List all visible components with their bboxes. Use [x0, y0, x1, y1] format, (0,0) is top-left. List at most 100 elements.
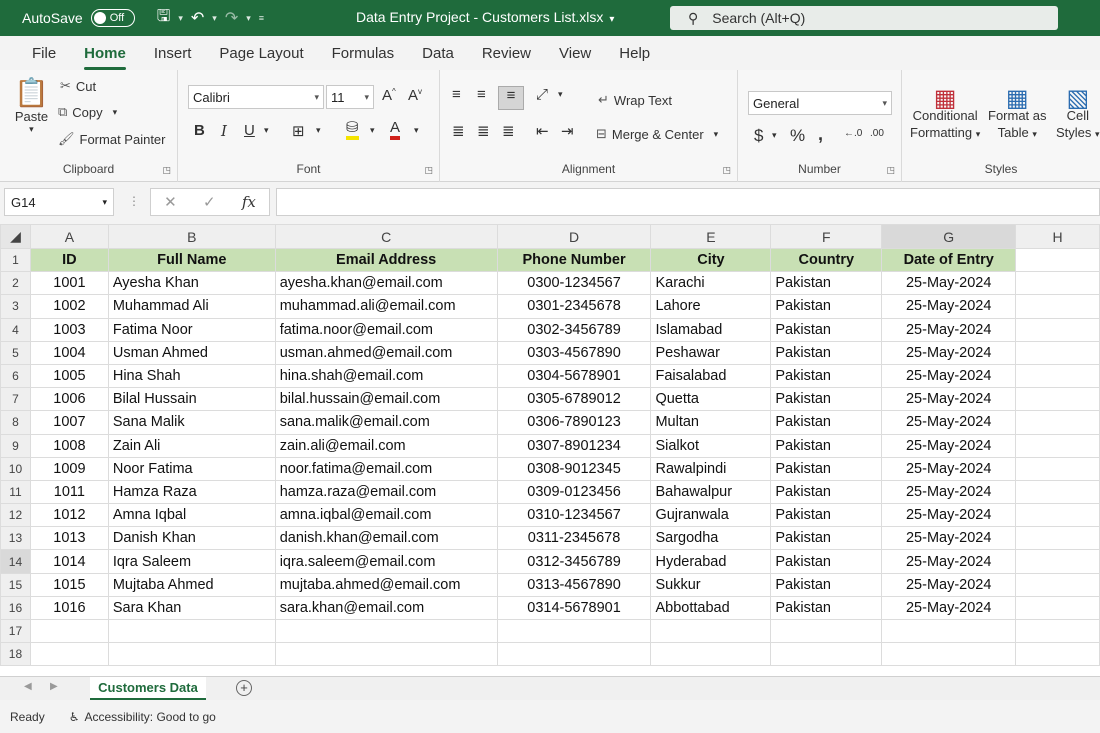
cell-country[interactable]: Pakistan: [770, 271, 883, 296]
chevron-down-icon[interactable]: ▾: [178, 13, 183, 24]
cell-full-name[interactable]: Muhammad Ali: [107, 294, 276, 319]
empty-cell[interactable]: [1015, 595, 1100, 621]
cell-date[interactable]: 25-May-2024: [881, 479, 1017, 505]
empty-cell[interactable]: [107, 618, 276, 644]
empty-cell[interactable]: [1015, 618, 1100, 644]
empty-cell[interactable]: [1015, 387, 1100, 412]
cell-email[interactable]: ayesha.khan@email.com: [274, 271, 498, 296]
cell-full-name[interactable]: Hamza Raza: [107, 479, 276, 505]
cell-id[interactable]: 1016: [29, 595, 109, 621]
cell-full-name[interactable]: Fatima Noor: [107, 317, 276, 342]
cell-date[interactable]: 25-May-2024: [881, 317, 1017, 342]
decrease-font-icon[interactable]: Av: [408, 87, 422, 104]
search-box[interactable]: ⚲ Search (Alt+Q): [670, 6, 1058, 30]
empty-cell[interactable]: [1015, 294, 1100, 319]
empty-cell[interactable]: [881, 618, 1017, 644]
cell-id[interactable]: 1008: [29, 433, 109, 458]
dialog-launcher-icon[interactable]: ◳: [886, 165, 895, 176]
cell-id[interactable]: 1006: [29, 387, 109, 412]
row-header[interactable]: 18: [0, 642, 31, 667]
align-bottom-icon[interactable]: ≡: [498, 86, 524, 110]
cell-date[interactable]: 25-May-2024: [881, 271, 1017, 296]
empty-cell[interactable]: [770, 618, 883, 644]
header-cell-city[interactable]: City: [650, 247, 772, 273]
cell-date[interactable]: 25-May-2024: [881, 433, 1017, 458]
cell-email[interactable]: noor.fatima@email.com: [274, 456, 498, 481]
chevron-down-icon[interactable]: ▾: [316, 125, 321, 136]
empty-cell[interactable]: [881, 642, 1017, 667]
column-header-e[interactable]: E: [650, 224, 772, 249]
column-header-a[interactable]: A: [29, 224, 109, 249]
empty-cell[interactable]: [1015, 410, 1100, 435]
cell-phone[interactable]: 0308-9012345: [496, 456, 652, 481]
empty-cell[interactable]: [496, 642, 652, 667]
row-header[interactable]: 7: [0, 387, 31, 412]
row-header[interactable]: 16: [0, 595, 31, 621]
cell-email[interactable]: hina.shah@email.com: [274, 363, 498, 389]
dialog-launcher-icon[interactable]: ◳: [722, 165, 731, 176]
row-header[interactable]: 12: [0, 503, 31, 528]
cell-country[interactable]: Pakistan: [770, 387, 883, 412]
cell-full-name[interactable]: Sara Khan: [107, 595, 276, 621]
cell-country[interactable]: Pakistan: [770, 572, 883, 597]
cell-city[interactable]: Sargodha: [650, 526, 772, 551]
cell-date[interactable]: 25-May-2024: [881, 340, 1017, 365]
header-cell-id[interactable]: ID: [29, 247, 109, 273]
column-header-c[interactable]: C: [274, 224, 498, 249]
autosave-toggle[interactable]: Off: [90, 9, 135, 27]
cell-city[interactable]: Abbottabad: [650, 595, 772, 621]
chevron-down-icon[interactable]: ▾: [212, 13, 217, 24]
header-cell-country[interactable]: Country: [770, 247, 883, 273]
cell-full-name[interactable]: Noor Fatima: [107, 456, 276, 481]
percent-icon[interactable]: %: [790, 126, 805, 146]
format-as-table-button[interactable]: ▦ Format as Table ▾: [988, 87, 1047, 143]
row-header[interactable]: 6: [0, 363, 31, 389]
row-header[interactable]: 4: [0, 317, 31, 342]
cell-city[interactable]: Multan: [650, 410, 772, 435]
cell-full-name[interactable]: Hina Shah: [107, 363, 276, 389]
empty-cell[interactable]: [107, 642, 276, 667]
header-cell-email[interactable]: Email Address: [274, 247, 498, 273]
empty-cell[interactable]: [274, 642, 498, 667]
customize-toolbar-icon[interactable]: ≡: [259, 13, 264, 23]
cell-city[interactable]: Sialkot: [650, 433, 772, 458]
cell-phone[interactable]: 0301-2345678: [496, 294, 652, 319]
select-all-corner[interactable]: ◢: [0, 224, 31, 249]
dialog-launcher-icon[interactable]: ◳: [162, 165, 171, 176]
header-cell-phone[interactable]: Phone Number: [496, 247, 652, 273]
empty-cell[interactable]: [29, 618, 109, 644]
chevron-down-icon[interactable]: ▾: [246, 13, 251, 24]
cancel-icon[interactable]: ✕: [164, 193, 177, 211]
font-name-select[interactable]: Calibri ▾: [188, 85, 324, 109]
cell-id[interactable]: 1012: [29, 503, 109, 528]
empty-cell[interactable]: [1015, 247, 1100, 273]
align-middle-icon[interactable]: ≡: [477, 86, 486, 103]
italic-icon[interactable]: I: [221, 122, 227, 140]
cell-email[interactable]: hamza.raza@email.com: [274, 479, 498, 505]
decrease-decimal-icon[interactable]: .00: [870, 128, 884, 139]
empty-cell[interactable]: [1015, 503, 1100, 528]
cell-city[interactable]: Bahawalpur: [650, 479, 772, 505]
cell-city[interactable]: Peshawar: [650, 340, 772, 365]
empty-cell[interactable]: [650, 642, 772, 667]
tab-formulas[interactable]: Formulas: [318, 45, 409, 62]
row-header[interactable]: 8: [0, 410, 31, 435]
chevron-down-icon[interactable]: ▾: [414, 125, 419, 136]
empty-cell[interactable]: [1015, 363, 1100, 389]
cell-full-name[interactable]: Mujtaba Ahmed: [107, 572, 276, 597]
empty-cell[interactable]: [1015, 317, 1100, 342]
chevron-down-icon[interactable]: ▾: [370, 125, 375, 136]
empty-cell[interactable]: [1015, 572, 1100, 597]
chevron-down-icon[interactable]: ▾: [772, 130, 777, 141]
cell-full-name[interactable]: Amna Iqbal: [107, 503, 276, 528]
enter-icon[interactable]: ✓: [203, 193, 216, 211]
cell-city[interactable]: Karachi: [650, 271, 772, 296]
cell-country[interactable]: Pakistan: [770, 503, 883, 528]
cell-date[interactable]: 25-May-2024: [881, 363, 1017, 389]
cell-phone[interactable]: 0311-2345678: [496, 526, 652, 551]
tab-page-layout[interactable]: Page Layout: [205, 45, 317, 62]
row-header[interactable]: 14: [0, 549, 31, 574]
cell-id[interactable]: 1004: [29, 340, 109, 365]
currency-icon[interactable]: $: [754, 126, 763, 146]
name-box[interactable]: G14 ▾: [4, 188, 114, 216]
